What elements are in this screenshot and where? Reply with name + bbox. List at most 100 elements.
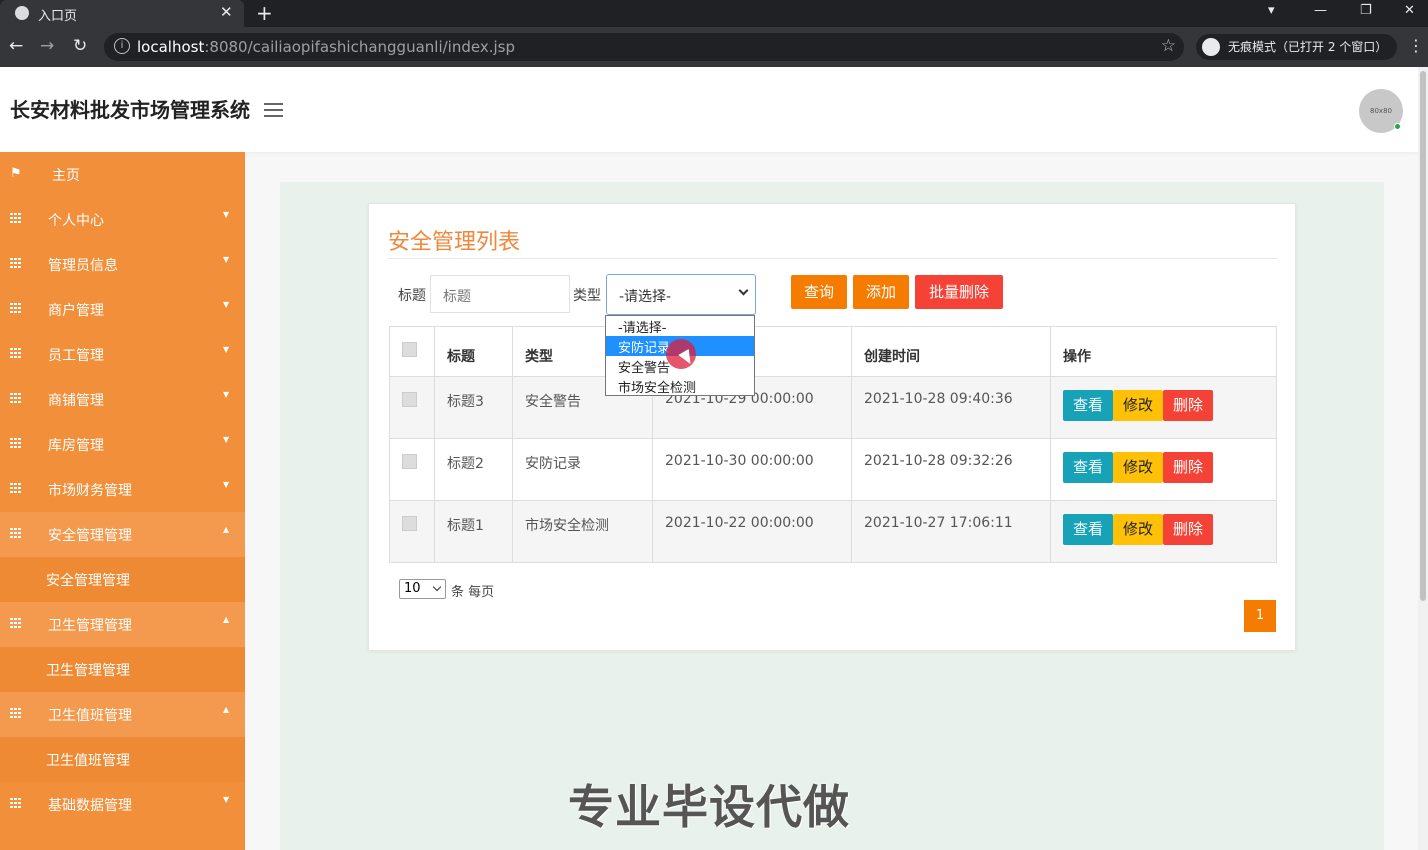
bookmark-star-icon[interactable]: ☆	[1161, 36, 1176, 56]
reload-icon[interactable]: ↻	[73, 36, 87, 56]
page-button-1[interactable]: 1	[1244, 600, 1276, 632]
title-search-input[interactable]: 标题	[430, 275, 570, 313]
sidebar-item-finance[interactable]: 市场财务管理 ▼	[0, 467, 245, 512]
edit-button[interactable]: 修改	[1113, 452, 1163, 483]
minimize-icon[interactable]: —	[1314, 3, 1327, 18]
dropdown-option[interactable]: 市场安全检测	[606, 376, 754, 396]
edit-button[interactable]: 修改	[1113, 390, 1163, 421]
row-date: 2021-10-30 00:00:00	[665, 453, 814, 469]
url-path: :8080/cailiaopifashichangguanli/index.js…	[204, 38, 515, 56]
sidebar-item-label: 主页	[52, 168, 80, 184]
sidebar-item-personal-center[interactable]: 个人中心 ▼	[0, 197, 245, 242]
caret-up-icon: ▲	[223, 525, 230, 534]
row-created: 2021-10-28 09:32:26	[864, 453, 1013, 469]
scrollbar-thumb[interactable]	[1420, 71, 1426, 601]
sidebar-subitem-hygiene[interactable]: 卫生管理管理	[0, 647, 245, 692]
table-row: 标题3 安全警告 2021-10-29 00:00:00 2021-10-28 …	[390, 376, 1276, 438]
column-header-actions: 操作	[1063, 349, 1091, 365]
grid-icon	[10, 708, 22, 718]
sidebar-item-security[interactable]: 安全管理管理 ▲	[0, 512, 245, 557]
sidebar-item-shop[interactable]: 商铺管理 ▼	[0, 377, 245, 422]
incognito-badge[interactable]: 无痕模式（已打开 2 个窗口）	[1196, 34, 1398, 60]
sidebar-item-merchant[interactable]: 商户管理 ▼	[0, 287, 245, 332]
per-page-select[interactable]: 10	[399, 579, 446, 599]
grid-icon	[10, 438, 22, 448]
online-status-dot	[1394, 123, 1401, 130]
sidebar-subitem-label: 卫生管理管理	[46, 663, 130, 679]
view-button[interactable]: 查看	[1063, 514, 1113, 545]
security-table: 标题 类型 创建时间 操作 标题3 安全警告 2021-10-29 00:00:…	[389, 326, 1277, 563]
row-checkbox[interactable]	[402, 392, 417, 407]
close-window-icon[interactable]: ✕	[1404, 3, 1415, 18]
delete-button[interactable]: 删除	[1163, 452, 1213, 483]
caret-down-icon: ▼	[223, 795, 230, 804]
sidebar-item-base-data[interactable]: 基础数据管理 ▼	[0, 782, 245, 827]
grid-icon	[10, 618, 22, 628]
hamburger-menu-icon[interactable]	[264, 103, 283, 117]
restore-icon[interactable]: ❐	[1360, 3, 1372, 18]
top-header: 长安材料批发市场管理系统 80x80	[0, 67, 1418, 152]
row-type: 安防记录	[525, 456, 581, 472]
sidebar-item-hygiene-duty[interactable]: 卫生值班管理 ▲	[0, 692, 245, 737]
tab-title: 入口页	[38, 9, 78, 24]
row-title: 标题1	[447, 518, 484, 534]
row-title: 标题3	[447, 394, 484, 410]
info-icon[interactable]: i	[114, 38, 130, 54]
sidebar-item-warehouse[interactable]: 库房管理 ▼	[0, 422, 245, 467]
caret-down-icon: ▼	[223, 255, 230, 264]
sidebar-item-admin-info[interactable]: 管理员信息 ▼	[0, 242, 245, 287]
sidebar: ⚑ 主页 个人中心 ▼ 管理员信息 ▼ 商户管理 ▼ 员工管理 ▼ 商铺管理 ▼	[0, 152, 245, 850]
row-checkbox[interactable]	[402, 516, 417, 531]
delete-button[interactable]: 删除	[1163, 514, 1213, 545]
sidebar-item-hygiene[interactable]: 卫生管理管理 ▲	[0, 602, 245, 647]
delete-button[interactable]: 删除	[1163, 390, 1213, 421]
sidebar-item-label: 卫生管理管理	[48, 618, 132, 634]
globe-icon	[15, 6, 29, 20]
sidebar-item-label: 基础数据管理	[48, 798, 132, 814]
page: 长安材料批发市场管理系统 80x80 ⚑ 主页 个人中心 ▼ 管理员信息 ▼ 商…	[0, 67, 1428, 850]
dropdown-option[interactable]: -请选择-	[606, 316, 754, 336]
edit-button[interactable]: 修改	[1113, 514, 1163, 545]
view-button[interactable]: 查看	[1063, 390, 1113, 421]
new-tab-button[interactable]: +	[256, 1, 273, 25]
sidebar-subitem-label: 安全管理管理	[46, 573, 130, 589]
add-button[interactable]: 添加	[853, 275, 909, 309]
caret-up-icon: ▲	[223, 615, 230, 624]
row-created: 2021-10-27 17:06:11	[864, 515, 1013, 531]
incognito-label: 无痕模式（已打开 2 个窗口）	[1228, 40, 1388, 54]
tab-close-icon[interactable]: ✕	[220, 3, 233, 21]
sidebar-subitem-security[interactable]: 安全管理管理	[0, 557, 245, 602]
column-divider	[512, 327, 513, 562]
sidebar-item-staff[interactable]: 员工管理 ▼	[0, 332, 245, 377]
caret-down-icon: ▼	[223, 345, 230, 354]
select-all-checkbox[interactable]	[402, 342, 417, 357]
back-icon[interactable]: ←	[9, 36, 23, 56]
column-divider	[434, 327, 435, 562]
view-button[interactable]: 查看	[1063, 452, 1113, 483]
url-field[interactable]: i localhost:8080/cailiaopifashichangguan…	[104, 33, 1184, 61]
per-page-value: 10	[404, 581, 421, 596]
type-select[interactable]: -请选择-	[606, 274, 756, 315]
grid-icon	[10, 303, 22, 313]
sidebar-item-home[interactable]: ⚑ 主页	[0, 152, 245, 197]
incognito-icon	[1202, 38, 1220, 56]
batch-delete-button[interactable]: 批量删除	[915, 275, 1003, 309]
sidebar-item-label: 商铺管理	[48, 393, 104, 409]
column-header-title: 标题	[447, 349, 475, 365]
chevron-down-icon	[738, 285, 749, 296]
sidebar-subitem-hygiene-duty[interactable]: 卫生值班管理	[0, 737, 245, 782]
grid-icon	[10, 393, 22, 403]
row-checkbox[interactable]	[402, 454, 417, 469]
page-scrollbar[interactable]	[1418, 67, 1428, 850]
row-title: 标题2	[447, 456, 484, 472]
column-divider	[1050, 327, 1051, 562]
browser-tab[interactable]: 入口页 ✕	[0, 0, 244, 27]
caret-down-icon: ▼	[223, 435, 230, 444]
avatar[interactable]: 80x80	[1359, 89, 1403, 133]
browser-menu-icon[interactable]: ⋮	[1408, 36, 1424, 55]
sidebar-item-label: 卫生值班管理	[48, 708, 132, 724]
forward-icon[interactable]: →	[40, 36, 54, 56]
tab-search-icon[interactable]: ▾	[1268, 3, 1275, 18]
row-created: 2021-10-28 09:40:36	[864, 391, 1013, 407]
search-button[interactable]: 查询	[791, 275, 847, 309]
